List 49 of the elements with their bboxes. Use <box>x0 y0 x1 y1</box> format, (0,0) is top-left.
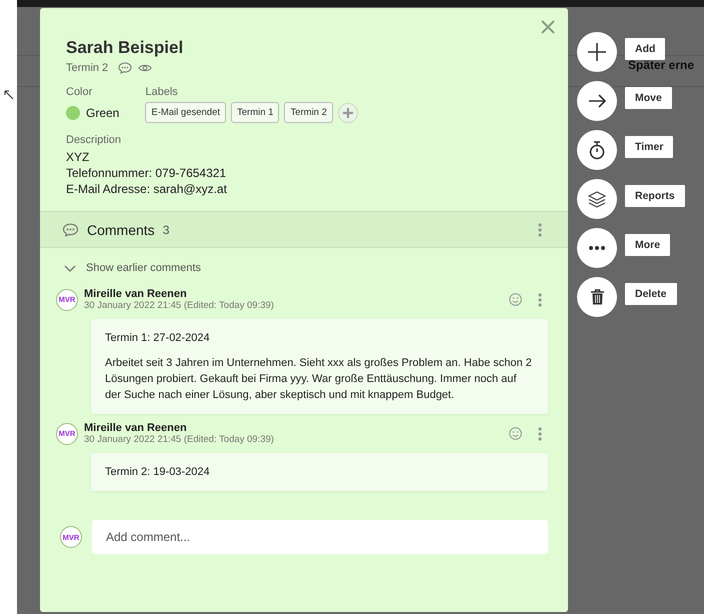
smiley-icon[interactable] <box>509 427 522 440</box>
list-name[interactable]: Termin 2 <box>66 62 108 74</box>
trash-icon <box>590 289 604 305</box>
plus-icon <box>588 43 606 61</box>
label-tag[interactable]: Termin 1 <box>231 102 280 123</box>
label-tag[interactable]: Termin 2 <box>284 102 333 123</box>
field-label: Description <box>66 134 122 146</box>
description-line: E-Mail Adresse: sarah@xyz.at <box>66 181 228 197</box>
more-button[interactable]: More <box>625 234 670 256</box>
move-button[interactable]: Move <box>625 87 672 109</box>
card-title: Sarah Beispiel <box>66 38 184 58</box>
chevron-down-icon <box>64 264 76 272</box>
description-line: XYZ <box>66 149 90 165</box>
color-name[interactable]: Green <box>86 106 120 120</box>
author-name: Mireille van Reenen <box>84 422 188 434</box>
comment-icon <box>118 62 132 74</box>
field-label: Color <box>66 86 94 98</box>
kebab-menu-icon[interactable] <box>538 222 542 236</box>
comment-text: Termin 1: 27-02-2024 <box>105 331 211 346</box>
column-title: Später erne <box>628 58 694 72</box>
comment-text: Arbeitet seit 3 Jahren im Unternehmen. Sieht xxx als großes Problem an. Habe schon 2 Lösungen probiert. Gekauft bei Firma yyy. War große Enttäuschung. Immer noch auf der Suche nach einer Lösung, aber skeptisch und mit knappem Budget. <box>105 356 533 403</box>
author-name: Mireille van Reenen <box>84 288 188 300</box>
more-icon <box>589 246 605 250</box>
arrow-right-icon <box>588 94 606 108</box>
eye-icon[interactable] <box>138 63 152 73</box>
add-label-button[interactable] <box>338 102 358 122</box>
layers-icon <box>588 190 606 208</box>
comment-text: Termin 2: 19-03-2024 <box>105 465 211 480</box>
comment-date: 30 January 2022 21:45 (Edited: Today 09:39) <box>84 300 275 311</box>
smiley-icon[interactable] <box>509 293 522 306</box>
comments-count: 3 <box>162 222 170 236</box>
comment-input[interactable]: Add comment... <box>92 520 548 554</box>
comments-title: Comments <box>87 222 155 238</box>
stopwatch-icon <box>589 140 605 160</box>
show-earlier-button[interactable]: Show earlier comments <box>56 262 201 274</box>
label-tag[interactable]: E-Mail gesendet <box>145 102 226 123</box>
timer-button[interactable]: Timer <box>625 136 674 158</box>
comment-icon <box>62 222 79 236</box>
delete-button[interactable]: Delete <box>625 283 677 305</box>
add-button[interactable]: Add <box>625 38 666 60</box>
comment-date: 30 January 2022 21:45 (Edited: Today 09:39) <box>84 434 275 445</box>
kebab-menu-icon[interactable] <box>538 426 542 440</box>
field-label: Labels <box>145 86 179 98</box>
arrow-icon <box>4 90 14 100</box>
plus-icon <box>342 108 353 118</box>
kebab-menu-icon[interactable] <box>538 292 542 306</box>
description-line: Telefonnummer: 079-7654321 <box>66 165 228 181</box>
reports-button[interactable]: Reports <box>625 185 685 207</box>
close-icon[interactable] <box>541 20 555 34</box>
